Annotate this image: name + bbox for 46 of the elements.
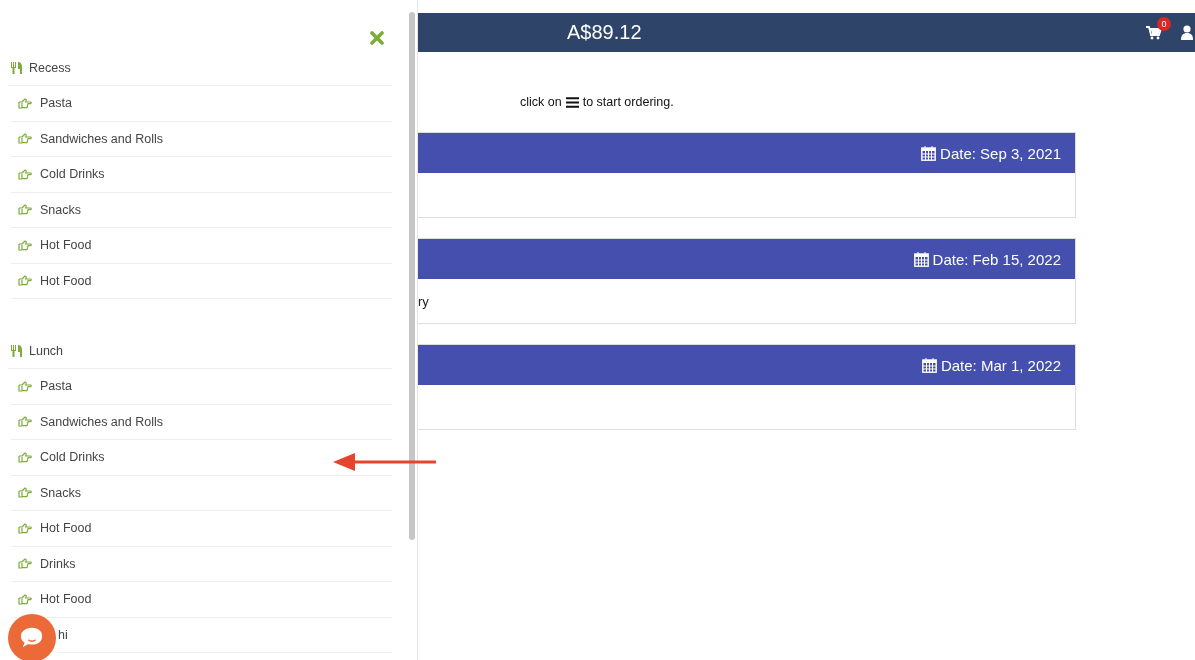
menu-item[interactable]: Hot Food bbox=[11, 228, 392, 264]
order-date: Date: Mar 1, 2022 bbox=[940, 356, 1061, 374]
menu-item[interactable]: Snacks bbox=[11, 192, 392, 228]
instruction-text: to start ordering. bbox=[582, 95, 674, 109]
hand-pointer-icon bbox=[18, 558, 32, 570]
order-date: Date: Sep 3, 2021 bbox=[940, 144, 1061, 162]
menu-item[interactable]: Hot Food bbox=[11, 511, 392, 547]
instruction-text: click on bbox=[520, 95, 562, 109]
menu-item[interactable]: Sandwiches and Rolls bbox=[11, 121, 392, 157]
menu-item[interactable]: Pasta bbox=[11, 86, 392, 122]
hand-pointer-icon bbox=[18, 451, 32, 463]
order-card-text: ry bbox=[418, 293, 429, 309]
calendar-icon bbox=[913, 251, 929, 267]
hand-pointer-icon bbox=[18, 380, 32, 392]
menu-item[interactable]: Sandwiches and Rolls bbox=[11, 404, 392, 440]
hand-pointer-icon bbox=[18, 168, 32, 180]
hand-pointer-icon bbox=[18, 204, 32, 216]
fork-knife-icon bbox=[11, 62, 22, 74]
cart-icon[interactable] bbox=[1146, 25, 1162, 40]
menu-item[interactable]: Snacks bbox=[11, 475, 392, 511]
menu-section-title: Recess bbox=[29, 61, 71, 75]
close-icon[interactable] bbox=[370, 30, 384, 45]
menu-item[interactable]: Drinks bbox=[11, 546, 392, 582]
hand-pointer-icon bbox=[18, 487, 32, 499]
menu-section-title: Lunch bbox=[29, 344, 64, 358]
menu-item[interactable]: Cold Drinks bbox=[11, 157, 392, 193]
fork-knife-icon bbox=[11, 345, 22, 357]
calendar-icon bbox=[921, 145, 937, 161]
cart-count-badge: 0 bbox=[1157, 16, 1171, 31]
calendar-icon bbox=[921, 357, 937, 373]
chat-bubble-button[interactable] bbox=[8, 614, 56, 660]
scrollbar-thumb[interactable] bbox=[409, 12, 415, 540]
order-date: Date: Feb 15, 2022 bbox=[932, 250, 1061, 268]
menu-item[interactable]: Pasta bbox=[11, 369, 392, 405]
hand-pointer-icon bbox=[18, 416, 32, 428]
menu-item[interactable]: hi bbox=[58, 617, 392, 653]
user-icon[interactable] bbox=[1181, 25, 1193, 40]
hand-pointer-icon bbox=[18, 522, 32, 534]
menu-icon bbox=[565, 96, 579, 108]
hand-pointer-icon bbox=[18, 593, 32, 605]
hand-pointer-icon bbox=[18, 97, 32, 109]
hand-pointer-icon bbox=[18, 133, 32, 145]
hand-pointer-icon bbox=[18, 275, 32, 287]
hand-pointer-icon bbox=[18, 239, 32, 251]
balance-amount: A$89.12 bbox=[567, 21, 642, 44]
menu-item[interactable]: Hot Food bbox=[11, 263, 392, 299]
